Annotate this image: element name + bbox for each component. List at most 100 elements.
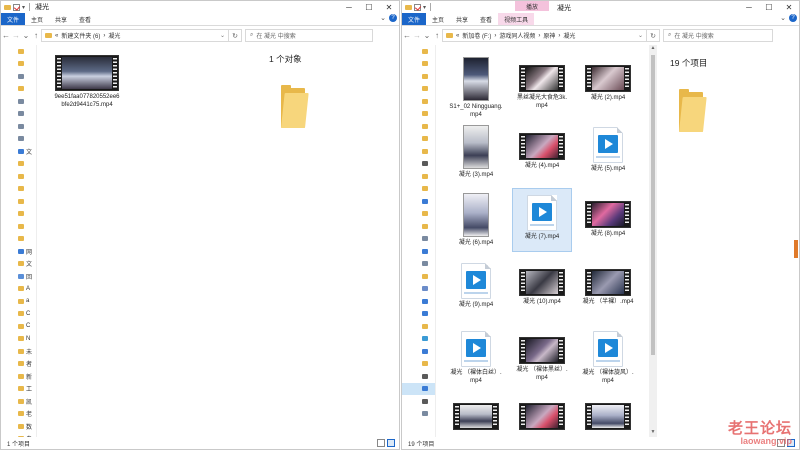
tab-home[interactable]: 主页 — [426, 13, 450, 25]
nav-item[interactable] — [1, 58, 36, 71]
address-bar[interactable]: « 新加卷 (F:) › 游戏同人视频 › 原神 › 凝光 ⌄ — [442, 29, 647, 42]
tab-share[interactable]: 共享 — [49, 13, 73, 25]
details-view-icon[interactable] — [377, 439, 385, 447]
nav-item[interactable]: A — [1, 283, 36, 296]
file-item[interactable]: 凝光 （裸体旋风）.mp4 — [579, 325, 637, 387]
breadcrumb-drive[interactable]: 新加卷 (F:) — [462, 31, 491, 40]
nav-item[interactable] — [402, 320, 435, 333]
nav-item[interactable]: 文 — [1, 145, 36, 158]
search-input[interactable]: ⌕ 在 凝光 中搜索 — [245, 29, 373, 42]
nav-item[interactable]: 未 — [1, 345, 36, 358]
nav-item[interactable]: C — [1, 320, 36, 333]
breadcrumb-overflow[interactable]: « — [456, 33, 459, 39]
address-bar[interactable]: « 新建文件夹 (6) › 凝光 ⌄ — [41, 29, 229, 42]
nav-item[interactable] — [402, 258, 435, 271]
file-item[interactable]: 凝光 (8).mp4 — [579, 189, 637, 251]
nav-item[interactable] — [402, 270, 435, 283]
video-thumbnail[interactable] — [453, 403, 499, 430]
scrollbar-thumb[interactable] — [651, 55, 655, 355]
minimize-icon[interactable]: ─ — [739, 1, 759, 13]
nav-item[interactable] — [402, 233, 435, 246]
nav-item[interactable] — [1, 183, 36, 196]
customize-qat-icon[interactable]: ▾ — [22, 4, 25, 11]
breadcrumb-separator[interactable]: › — [558, 33, 560, 39]
nav-item[interactable]: N — [1, 333, 36, 346]
scroll-up-icon[interactable]: ▲ — [649, 45, 657, 53]
nav-item[interactable] — [1, 170, 36, 183]
expand-ribbon-icon[interactable]: ⌄ — [380, 14, 386, 22]
close-icon[interactable]: ✕ — [779, 1, 799, 13]
up-icon[interactable]: ↑ — [432, 31, 442, 40]
nav-item[interactable] — [402, 308, 435, 321]
breadcrumb-parent[interactable]: 新建文件夹 (6) — [61, 31, 100, 40]
nav-item[interactable] — [402, 220, 435, 233]
breadcrumb-folder[interactable]: 游戏同人视频 — [499, 31, 535, 40]
file-grid-scrollbar[interactable]: ▲ ▼ — [649, 45, 657, 437]
breadcrumb-overflow[interactable]: « — [55, 33, 58, 39]
tab-video-tools[interactable]: 视频工具 — [498, 13, 535, 25]
breadcrumb-folder[interactable]: 原神 — [543, 31, 555, 40]
nav-item[interactable]: 凯 — [1, 395, 36, 408]
refresh-icon[interactable]: ↻ — [647, 29, 660, 42]
nav-item[interactable] — [402, 245, 435, 258]
refresh-icon[interactable]: ↻ — [229, 29, 242, 42]
nav-item[interactable] — [402, 195, 435, 208]
maximize-icon[interactable]: ☐ — [759, 1, 779, 13]
tab-view[interactable]: 查看 — [73, 13, 97, 25]
forward-icon[interactable]: → — [412, 31, 422, 40]
navigation-pane[interactable] — [402, 45, 436, 437]
video-thumbnail[interactable] — [585, 403, 631, 430]
forward-icon[interactable]: → — [11, 31, 21, 40]
file-list[interactable]: 9ee51faa077820552ee6bfe2d9441c75.mp4 1 个… — [38, 45, 399, 437]
nav-item[interactable]: 数 — [1, 420, 36, 433]
nav-item[interactable] — [402, 145, 435, 158]
nav-item[interactable] — [402, 183, 435, 196]
nav-item[interactable] — [402, 170, 435, 183]
tab-share[interactable]: 共享 — [450, 13, 474, 25]
nav-item[interactable] — [1, 95, 36, 108]
nav-item[interactable] — [402, 358, 435, 371]
nav-item[interactable] — [402, 283, 435, 296]
nav-item[interactable] — [1, 108, 36, 121]
recent-locations-icon[interactable]: ⌄ — [21, 31, 31, 40]
nav-item[interactable] — [1, 133, 36, 146]
file-item[interactable]: 凝光 (7).mp4 — [512, 188, 572, 252]
nav-item[interactable]: a — [1, 295, 36, 308]
nav-item[interactable] — [402, 333, 435, 346]
file-item[interactable]: 凝光 (3).mp4 — [447, 121, 505, 183]
file-item[interactable]: 黑丝凝光大食危3k.mp4 — [513, 53, 571, 115]
nav-item[interactable] — [402, 345, 435, 358]
nav-item[interactable] — [402, 70, 435, 83]
maximize-icon[interactable]: ☐ — [359, 1, 379, 13]
recent-locations-icon[interactable]: ⌄ — [422, 31, 432, 40]
nav-item[interactable] — [1, 158, 36, 171]
help-icon[interactable]: ? — [389, 14, 397, 22]
nav-item[interactable]: 回 — [1, 270, 36, 283]
back-icon[interactable]: ← — [402, 31, 412, 40]
file-item[interactable]: 凝光 （半裸）.mp4 — [579, 257, 637, 319]
nav-item[interactable] — [1, 220, 36, 233]
chevron-down-icon[interactable]: ⌄ — [220, 32, 225, 39]
customize-qat-icon[interactable]: ▾ — [423, 4, 426, 11]
file-item[interactable]: 凝光 （裸体白丝）.mp4 — [447, 325, 505, 387]
scroll-marker[interactable] — [794, 240, 798, 258]
nav-item[interactable] — [402, 408, 435, 421]
scroll-down-icon[interactable]: ▼ — [649, 429, 657, 437]
tab-file[interactable]: 文件 — [402, 13, 427, 25]
properties-icon[interactable] — [414, 3, 421, 11]
tab-file[interactable]: 文件 — [1, 13, 26, 25]
up-icon[interactable]: ↑ — [31, 31, 41, 40]
breadcrumb-current[interactable]: 凝光 — [563, 31, 575, 40]
file-item[interactable]: 凝光 （裸体黑丝）.mp4 — [513, 325, 571, 387]
nav-item[interactable] — [1, 83, 36, 96]
nav-item[interactable] — [402, 370, 435, 383]
help-icon[interactable]: ? — [789, 14, 797, 22]
file-item[interactable]: 9ee51faa077820552ee6bfe2d9441c75.mp4 — [52, 51, 122, 109]
expand-ribbon-icon[interactable]: ⌄ — [780, 14, 786, 22]
file-item[interactable]: 凝光 (9).mp4 — [447, 257, 505, 319]
nav-item[interactable]: 网 — [1, 245, 36, 258]
file-grid[interactable]: S1+_02 Ningguang.mp4 黑丝凝光大食危3k.mp4 凝光 (2).… — [437, 45, 657, 437]
file-item[interactable]: 凝光 (5).mp4 — [579, 121, 637, 183]
nav-item[interactable]: 工 — [1, 383, 36, 396]
breadcrumb-separator[interactable]: › — [103, 33, 105, 39]
